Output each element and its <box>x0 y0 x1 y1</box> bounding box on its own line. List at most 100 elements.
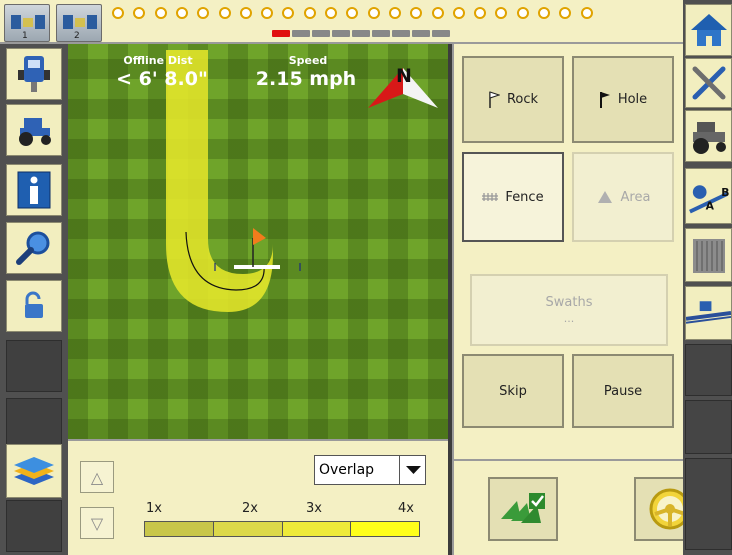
magnifier-icon <box>16 231 50 265</box>
zoom-out-button[interactable]: ▽ <box>80 507 114 539</box>
lightbar-led <box>516 7 529 19</box>
empty-nav-slot <box>6 500 62 552</box>
fence-label: Fence <box>505 189 544 205</box>
layers-button[interactable] <box>6 444 62 498</box>
pause-button[interactable]: Pause <box>572 354 674 428</box>
speed-value: 2.15 mph <box>255 68 357 90</box>
tractor-icon <box>19 118 51 146</box>
lightbar-led <box>431 7 444 19</box>
implement-setup-button[interactable] <box>685 286 732 340</box>
scale-label-4x: 4x <box>398 501 414 516</box>
zoom-in-button[interactable]: △ <box>80 461 114 493</box>
offline-dist-value: < 6' 8.0" <box>116 68 208 90</box>
section-control-button[interactable] <box>488 477 558 541</box>
empty-nav-slot <box>685 400 732 454</box>
speed-label: Speed <box>288 54 328 67</box>
lightbar-led <box>580 7 593 19</box>
swaths-sublabel: ... <box>563 312 575 325</box>
lightbar-segment <box>352 30 370 37</box>
info-button[interactable] <box>6 164 62 216</box>
svg-text:B: B <box>721 186 729 199</box>
implement-icon <box>18 56 50 92</box>
lightbar-led <box>133 7 146 19</box>
empty-nav-slot <box>6 398 62 450</box>
lightbar-led <box>367 7 380 19</box>
lightbar-segment <box>372 30 390 37</box>
boom-icon <box>686 301 731 324</box>
empty-nav-slot <box>6 340 62 392</box>
area-icon <box>597 191 612 203</box>
implement-button[interactable] <box>6 48 62 100</box>
hole-label: Hole <box>617 92 648 107</box>
left-nav <box>0 44 68 555</box>
lightbar-led <box>410 7 423 19</box>
lightbar-led <box>346 7 359 19</box>
lightbar-led <box>388 7 401 19</box>
empty-nav-slot <box>685 344 732 396</box>
coverage-map: N <box>166 50 438 312</box>
lightbar-led <box>325 7 337 19</box>
pause-label: Pause <box>603 383 643 399</box>
overlap-selected-value: Overlap <box>319 462 375 478</box>
lightbar-segment <box>292 30 310 37</box>
lightbar-led <box>175 7 188 19</box>
layers-icon <box>14 457 54 485</box>
scale-label-3x: 3x <box>306 501 322 516</box>
settings-button[interactable] <box>685 58 732 108</box>
lightbar-led <box>218 7 231 19</box>
rock-label: Rock <box>506 92 539 107</box>
chevron-down-icon <box>399 456 426 484</box>
lightbar-led <box>239 7 252 19</box>
home-icon <box>690 14 727 46</box>
lightbar-led <box>154 7 167 19</box>
area-label: Area <box>620 189 651 205</box>
skip-button[interactable]: Skip <box>462 354 564 428</box>
lightbar-led <box>112 7 124 19</box>
search-button[interactable] <box>6 222 62 274</box>
vehicle-setup-button[interactable] <box>685 110 732 162</box>
overlap-color-scale <box>144 521 420 537</box>
lightbar-led <box>538 7 550 19</box>
gps-correction-button[interactable]: 2 <box>56 4 102 42</box>
lightbar-led <box>197 7 210 19</box>
swaths-button[interactable]: Swaths ... <box>470 274 668 346</box>
info-icon <box>17 171 51 209</box>
lightbar-segment <box>432 30 450 37</box>
product-bin-button[interactable] <box>685 228 732 282</box>
skip-label: Skip <box>499 383 527 399</box>
svg-text:2: 2 <box>74 31 80 41</box>
right-nav: A B <box>683 0 732 555</box>
scale-swatch-4x <box>351 522 419 536</box>
field-map[interactable]: N Offline Dist < 6' 8.0" Speed 2.15 mph <box>68 44 448 439</box>
overlap-select[interactable]: Overlap <box>314 455 426 485</box>
home-button[interactable] <box>685 4 732 56</box>
empty-nav-slot <box>685 458 732 550</box>
svg-text:1: 1 <box>22 31 28 41</box>
area-button[interactable]: Area <box>572 152 674 242</box>
guidance-control-panel <box>452 459 706 555</box>
rock-button[interactable]: Rock <box>462 56 564 143</box>
lock-button[interactable] <box>6 280 62 332</box>
svg-text:A: A <box>706 200 715 213</box>
status-bar: 1 2 <box>0 0 683 44</box>
ab-line-button[interactable]: A B <box>685 168 732 224</box>
overlap-panel: △ ▽ Overlap 1x 2x 3x 4x <box>68 439 448 555</box>
fence-button[interactable]: Fence <box>462 152 564 242</box>
lightbar-segment <box>392 30 410 37</box>
mapping-panel: Rock Hole Fence Area Swaths ... Skip Pau… <box>452 44 683 459</box>
lightbar-led <box>261 7 274 19</box>
lightbar-segment <box>332 30 350 37</box>
flag-outline-icon <box>489 90 500 108</box>
scale-swatch-3x <box>282 522 352 536</box>
lightbar-led <box>474 7 487 19</box>
scale-label-1x: 1x <box>146 501 162 516</box>
tools-icon <box>692 66 725 100</box>
satellite-icon: 1 <box>11 15 45 41</box>
scale-swatch-1x <box>145 522 214 536</box>
fence-icon <box>482 193 499 201</box>
flag-icon <box>599 91 610 108</box>
section-control-icon <box>501 493 545 523</box>
hole-button[interactable]: Hole <box>572 56 674 143</box>
vehicle-button[interactable] <box>6 104 62 156</box>
gps-satellite-button[interactable]: 1 <box>4 4 50 42</box>
